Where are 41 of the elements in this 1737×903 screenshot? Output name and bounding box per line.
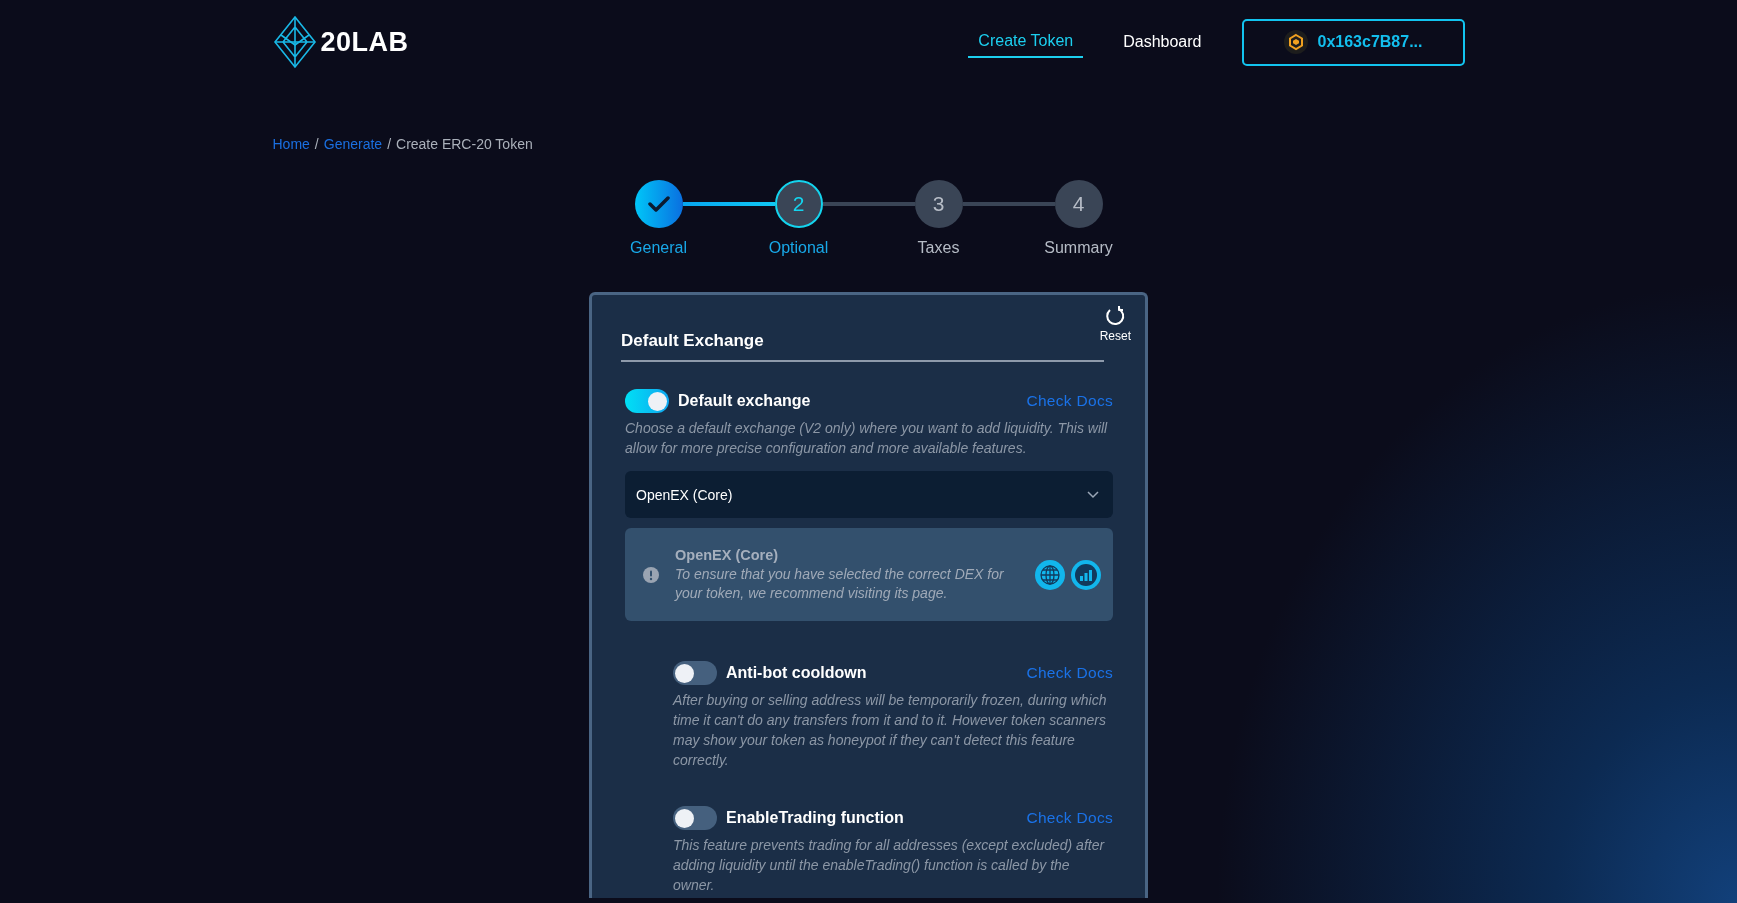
docs-link[interactable]: Check Docs	[1026, 392, 1113, 410]
globe-icon[interactable]	[1035, 559, 1065, 590]
info-title: OpenEX (Core)	[675, 546, 780, 563]
alert-icon	[643, 566, 659, 583]
reset-icon	[1104, 305, 1127, 327]
reset-button[interactable]: Reset	[1099, 305, 1131, 343]
nav-link[interactable]: Dashboard	[1113, 27, 1212, 57]
step-label: Optional	[767, 239, 830, 257]
info-text: To ensure that you have selected the correct DEX for your token, we recommend visiting its page.	[675, 564, 1005, 603]
toggle-switch[interactable]	[673, 806, 717, 830]
toggle-switch[interactable]	[673, 661, 717, 685]
step-circle[interactable]: 2	[774, 180, 823, 228]
exchange-select[interactable]: OpenEX (Core)	[625, 471, 1113, 518]
breadcrumb-current: Create ERC-20 Token	[396, 136, 533, 152]
chevron-icon	[1087, 490, 1099, 499]
step-circle[interactable]	[634, 180, 683, 228]
docs-link[interactable]: Check Docs	[1026, 809, 1113, 827]
logo-icon	[272, 15, 317, 69]
option-label: Default exchange	[678, 392, 812, 410]
step-label: Taxes	[916, 239, 961, 257]
coin-icon	[1283, 30, 1308, 54]
breadcrumb-separator: /	[387, 136, 391, 152]
breadcrumb-link[interactable]: Home	[272, 136, 310, 152]
step-label: Summary	[1043, 239, 1114, 257]
nav-link[interactable]: Create Token	[968, 26, 1084, 58]
option-description: Choose a default exchange (V2 only) where you want to add liquidity. This will allow for more precise configuration and more available features.	[625, 419, 1109, 458]
logo-text: 20LAB	[320, 26, 409, 58]
chart-icon[interactable]	[1071, 559, 1101, 590]
option-label: EnableTrading function	[726, 809, 905, 827]
step-circle[interactable]: 4	[1054, 180, 1103, 228]
toggle-switch[interactable]	[625, 389, 669, 413]
check-icon	[647, 196, 670, 212]
docs-link[interactable]: Check Docs	[1026, 664, 1113, 682]
wallet-button[interactable]: 0x163c7B87...	[1241, 18, 1465, 66]
breadcrumb-link[interactable]: Generate	[323, 136, 383, 152]
step-circle[interactable]: 3	[914, 180, 963, 228]
option-description: This feature prevents trading for all addresses (except excluded) after adding liquidity until the enableTrading() function is called by the owner.	[673, 836, 1106, 895]
breadcrumb-separator: /	[314, 136, 319, 152]
step-label: General	[629, 239, 688, 257]
option-label: Anti-bot cooldown	[726, 664, 868, 682]
option-description: After buying or selling address will be temporarily frozen, during which time it can't do any transfers from it and to it. However token scanners may show your token as honeypot if they can't detect this feature correctly.	[673, 691, 1108, 770]
